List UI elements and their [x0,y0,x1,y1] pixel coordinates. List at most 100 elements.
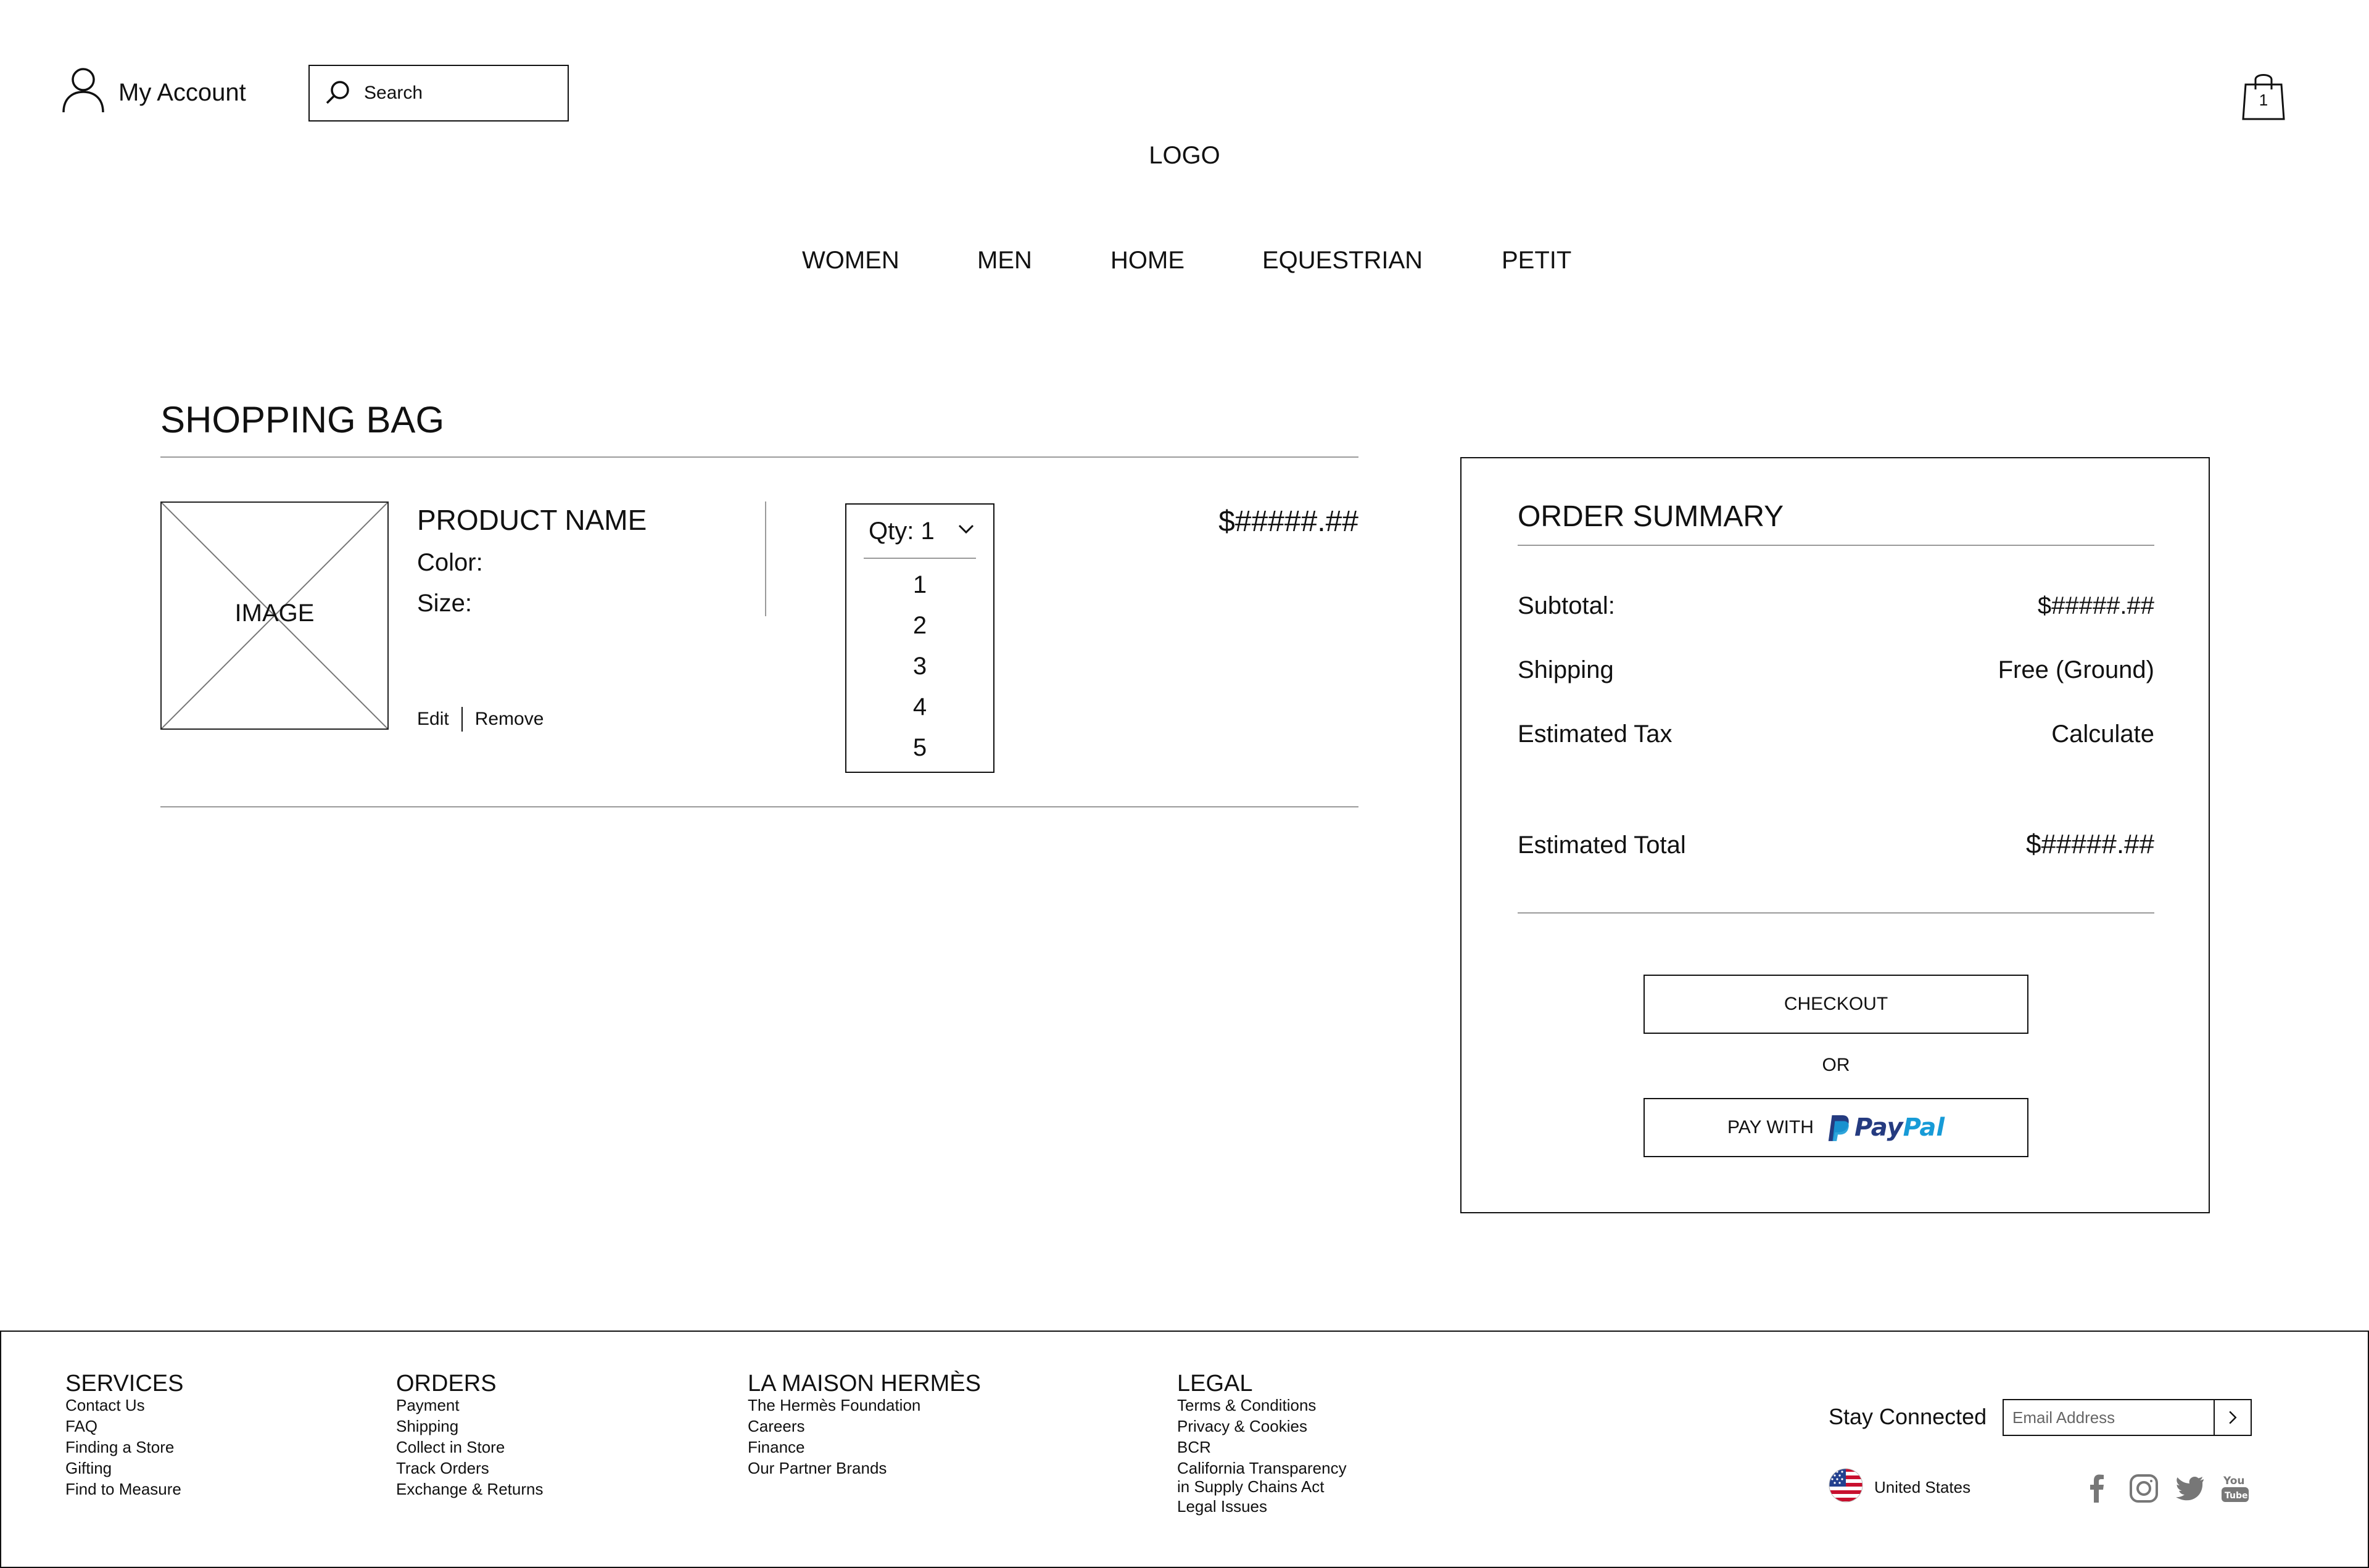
footer-link[interactable]: Finance [748,1437,981,1458]
footer-link[interactable]: Careers [748,1416,981,1437]
footer-link[interactable]: Privacy & Cookies [1177,1416,1347,1437]
product-size-label: Size: [417,590,472,617]
footer-column-orders: ORDERS Payment Shipping Collect in Store… [396,1371,543,1500]
facebook-icon[interactable] [2082,1473,2112,1504]
nav-women-label[interactable]: WOMEN [802,247,899,274]
footer-column-legal: LEGAL Terms & Conditions Privacy & Cooki… [1177,1371,1347,1517]
footer-link[interactable]: Terms & Conditions [1177,1395,1347,1416]
footer-heading: ORDERS [396,1371,497,1397]
nav-home-label[interactable]: HOME [1110,247,1184,274]
quantity-option[interactable]: 4 [846,693,993,721]
footer-link[interactable]: Finding a Store [65,1437,183,1458]
footer-link[interactable]: Contact Us [65,1395,183,1416]
item-price: $#####.## [1218,505,1358,538]
footer-link[interactable]: FAQ [65,1416,183,1437]
footer-link[interactable]: in Supply Chains Act [1177,1477,1347,1496]
footer-link[interactable]: Find to Measure [65,1479,183,1500]
product-name[interactable]: PRODUCT NAME [417,503,647,537]
paypal-prefix: PAY WITH [1727,1117,1814,1137]
nav-equestrian-label[interactable]: EQUESTRIAN [1262,247,1423,274]
footer-link[interactable]: Payment [396,1395,543,1416]
footer-heading: LA MAISON HERMÈS [748,1371,981,1397]
nav-men-label[interactable]: MEN [977,247,1032,274]
footer-link[interactable]: Shipping [396,1416,543,1437]
total-row: Estimated Total $#####.## [1518,829,2154,860]
footer-link[interactable]: BCR [1177,1437,1347,1458]
product-image-placeholder[interactable]: IMAGE [160,501,389,730]
twitter-icon[interactable] [2174,1473,2205,1504]
order-summary-title: ORDER SUMMARY [1518,500,1784,533]
total-divider [1518,912,2154,914]
title-divider [160,456,1358,458]
image-label: IMAGE [234,600,315,627]
page-title: SHOPPING BAG [160,399,445,440]
us-flag-icon [1829,1468,1863,1507]
calculate-tax-link[interactable]: Calculate [2051,720,2154,748]
svg-text:Tube: Tube [2225,1491,2248,1501]
newsletter-form [2003,1399,2252,1436]
footer-column-services: SERVICES Contact Us FAQ Finding a Store … [65,1371,183,1500]
search-input[interactable] [363,82,538,104]
quantity-select[interactable]: Qty: 1 [846,505,993,558]
bag-count: 1 [2259,91,2268,109]
shopping-bag-button[interactable]: 1 [2241,71,2286,120]
stay-connected-label: Stay Connected [1829,1404,1987,1429]
paypal-logo-icon: PayPal [1826,1113,1945,1142]
shopping-bag-icon [2241,74,2286,123]
footer-link[interactable]: Our Partner Brands [748,1458,981,1479]
footer-heading: LEGAL [1177,1371,1253,1397]
footer-link[interactable]: Exchange & Returns [396,1479,543,1500]
chevron-right-icon [2229,1411,2237,1424]
footer-heading: SERVICES [65,1371,184,1397]
email-field[interactable] [2004,1400,2214,1435]
product-color-label: Color: [417,549,483,576]
logo[interactable]: LOGO [1049,142,1320,170]
edit-link[interactable]: Edit [417,709,449,730]
nav-equestrian[interactable]: EQUESTRIAN [1262,247,1423,284]
country-selector[interactable]: United States [1829,1468,1970,1507]
nav-petit-label[interactable]: PETIT [1502,247,1571,274]
tax-label: Estimated Tax [1518,720,1672,748]
instagram-icon[interactable] [2128,1473,2159,1504]
summary-title-divider [1518,545,2154,546]
submit-arrow-button[interactable] [2214,1400,2251,1435]
footer-link[interactable]: California Transparency [1177,1459,1347,1477]
quantity-dropdown[interactable]: Qty: 1 1 2 3 4 5 [845,503,994,773]
footer-link[interactable]: Gifting [65,1458,183,1479]
footer-column-la-maison: LA MAISON HERMÈS The Hermès Foundation C… [748,1371,981,1479]
footer-link[interactable]: Legal Issues [1177,1496,1347,1517]
nav-men[interactable]: MEN [977,247,1032,284]
actions-separator [461,707,463,732]
shipping-label: Shipping [1518,656,1614,683]
footer-link[interactable]: The Hermès Foundation [748,1395,981,1416]
paypal-word-pay: Pay [1854,1113,1903,1142]
remove-link[interactable]: Remove [475,709,544,730]
paypal-word-pal: Pal [1903,1113,1945,1142]
youtube-icon[interactable]: You Tube [2220,1473,2251,1504]
quantity-option[interactable]: 1 [846,571,993,599]
quantity-value: Qty: 1 [869,517,935,545]
paypal-button[interactable]: PAY WITH PayPal [1643,1098,2028,1157]
my-account-link[interactable]: My Account [62,68,246,117]
quantity-option[interactable]: 3 [846,653,993,680]
nav-women[interactable]: WOMEN [802,247,899,284]
quantity-option[interactable]: 2 [846,612,993,640]
my-account-label: My Account [118,78,246,106]
svg-text:You: You [2223,1475,2245,1487]
total-value: $#####.## [2026,829,2154,859]
nav-petit[interactable]: PETIT [1502,247,1571,284]
subtotal-label: Subtotal: [1518,592,1615,619]
shipping-value: Free (Ground) [1998,656,2154,683]
quantity-option[interactable]: 5 [846,734,993,762]
footer-link[interactable]: Track Orders [396,1458,543,1479]
checkout-button[interactable]: CHECKOUT [1643,975,2028,1034]
footer-link[interactable]: Collect in Store [396,1437,543,1458]
quantity-divider [864,558,976,559]
search-box[interactable] [308,65,569,122]
user-icon [62,66,105,119]
nav-home[interactable]: HOME [1110,247,1184,284]
tax-row: Estimated Tax Calculate [1518,720,2154,748]
total-label: Estimated Total [1518,831,1686,859]
or-separator: OR [1822,1055,1850,1075]
item-actions: Edit Remove [417,707,544,732]
